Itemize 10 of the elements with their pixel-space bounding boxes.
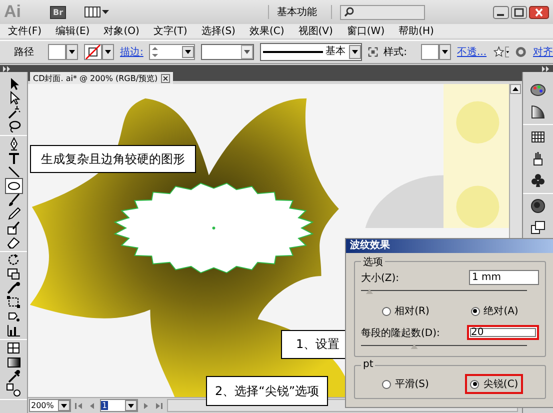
group-label: 选项 <box>361 255 385 269</box>
dialog-title: 波纹效果 <box>346 239 553 253</box>
group-label: pt <box>361 359 376 370</box>
field-label: 大小(Z): <box>361 272 400 284</box>
style-label: 样式: <box>384 46 407 59</box>
callout-note: 2、选择“尖锐”选项 <box>206 376 328 406</box>
selection-label: 路径 <box>14 46 34 59</box>
field-label: 每段的隆起数(D): <box>361 326 440 340</box>
callout-note: 生成复杂且边角较硬的图形 <box>30 145 196 173</box>
app-logo: Ai <box>4 2 22 22</box>
